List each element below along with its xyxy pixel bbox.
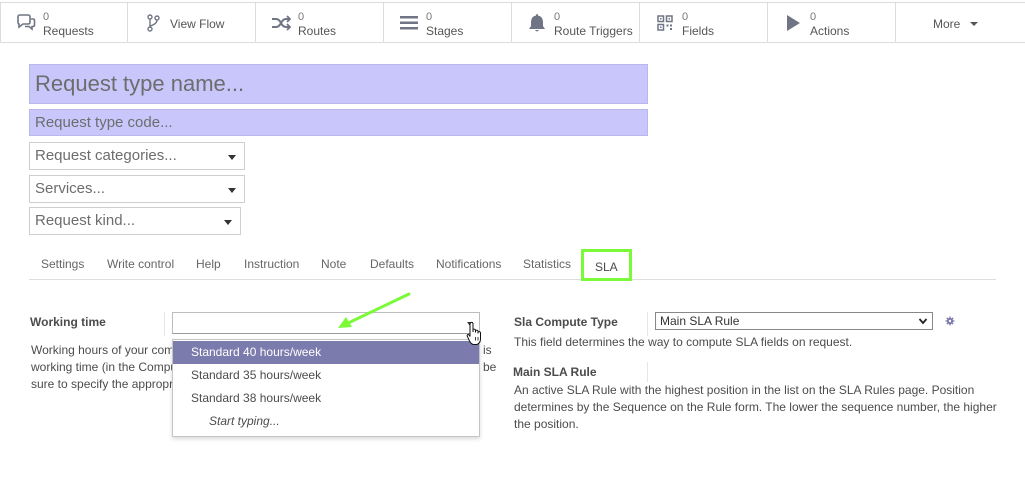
bell-icon [526, 12, 548, 34]
flow-icon [142, 12, 164, 34]
main-sla-rule-help-line: An active SLA Rule with the highest posi… [514, 383, 975, 397]
working-time-help: Working hours of your comp working time … [31, 342, 181, 393]
working-time-dropdown: Standard 40 hours/week Standard 35 hours… [172, 339, 480, 437]
request-type-name-input[interactable]: Request type name... [29, 64, 648, 104]
dropdown-arrow-icon [228, 188, 236, 193]
request-kind-select[interactable]: Request kind... [29, 207, 241, 235]
dropdown-option[interactable]: Standard 35 hours/week [173, 364, 479, 387]
dropdown-option[interactable]: Standard 40 hours/week [173, 341, 479, 364]
dropdown-hint: Start typing... [209, 414, 280, 428]
hand-cursor-icon [466, 321, 481, 345]
caret-down-icon [970, 22, 978, 26]
working-time-help-line: working time (in the Compu [31, 360, 178, 374]
services-select[interactable]: Services... [29, 175, 245, 203]
request-categories-placeholder: Request categories... [35, 147, 177, 164]
working-time-help-line: sure to specify the appropri [31, 377, 176, 391]
route-triggers-label: Route Triggers [554, 24, 633, 38]
sla-compute-type-label: Sla Compute Type [514, 315, 618, 329]
tab-notifications[interactable]: Notifications [436, 257, 501, 271]
field-separator [164, 312, 165, 336]
tab-sla[interactable]: SLA [581, 249, 632, 281]
working-time-help-tail: is [483, 343, 492, 357]
actions-label: Actions [810, 24, 850, 38]
tab-help[interactable]: Help [196, 257, 221, 271]
actions-button[interactable]: 0 Actions [768, 3, 896, 42]
working-time-help-line: Working hours of your comp [31, 343, 181, 357]
routes-count: 0 [298, 11, 305, 23]
gear-icon[interactable] [945, 316, 955, 326]
tab-instruction[interactable]: Instruction [244, 257, 299, 271]
tab-settings[interactable]: Settings [41, 257, 84, 271]
tab-defaults[interactable]: Defaults [370, 257, 414, 271]
main-sla-rule-help-line: determines by the Sequence on the Rule f… [514, 400, 997, 414]
shuffle-icon [270, 12, 292, 34]
field-separator [647, 362, 648, 382]
requests-count: 0 [43, 11, 50, 23]
routes-button[interactable]: 0 Routes [256, 3, 384, 42]
requests-button[interactable]: 0 Requests [0, 3, 128, 42]
dropdown-arrow-icon [224, 220, 232, 225]
sla-compute-type-value: Main SLA Rule [660, 314, 740, 328]
smart-buttons-bar: 0 Requests View Flow 0 Routes 0 Stages 0… [0, 2, 1025, 43]
chevron-down-icon [918, 318, 928, 325]
route-triggers-button[interactable]: 0 Route Triggers [512, 3, 640, 42]
view-flow-label: View Flow [170, 17, 225, 31]
notebook-tabs: Settings Write control Help Instruction … [29, 249, 996, 281]
sla-compute-type-select[interactable]: Main SLA Rule [655, 312, 933, 330]
main-sla-rule-label: Main SLA Rule [513, 365, 597, 379]
requests-label: Requests [43, 24, 94, 38]
working-time-input[interactable] [172, 312, 480, 334]
comments-icon [15, 12, 37, 34]
play-icon [782, 12, 804, 34]
bars-icon [398, 12, 420, 34]
more-button[interactable]: More [896, 3, 1024, 42]
working-time-help-tail: be [483, 360, 497, 374]
field-separator [647, 312, 648, 336]
dropdown-arrow-icon [228, 155, 236, 160]
more-label: More [933, 17, 961, 31]
request-kind-placeholder: Request kind... [35, 212, 136, 229]
fields-count: 0 [682, 11, 689, 23]
route-triggers-count: 0 [554, 11, 561, 23]
working-time-label: Working time [30, 315, 106, 329]
main-sla-rule-help-line: the position. [514, 417, 579, 431]
fields-label: Fields [682, 24, 715, 38]
request-type-code-input[interactable]: Request type code... [29, 109, 648, 136]
view-flow-button[interactable]: View Flow [128, 3, 256, 42]
tab-note[interactable]: Note [321, 257, 346, 271]
routes-label: Routes [298, 24, 337, 38]
sla-compute-type-help: This field determines the way to compute… [514, 335, 853, 349]
request-categories-select[interactable]: Request categories... [29, 142, 245, 170]
annotation-arrow-icon [338, 292, 411, 328]
stages-label: Stages [426, 24, 464, 38]
actions-count: 0 [810, 11, 817, 23]
stages-count: 0 [426, 11, 433, 23]
dropdown-option[interactable]: Standard 38 hours/week [173, 387, 479, 410]
tab-statistics[interactable]: Statistics [523, 257, 571, 271]
main-sla-rule-help: An active SLA Rule with the highest posi… [514, 382, 997, 433]
tab-write-control[interactable]: Write control [107, 257, 174, 271]
qrcode-icon [654, 12, 676, 34]
services-placeholder: Services... [35, 180, 106, 197]
stages-button[interactable]: 0 Stages [384, 3, 512, 42]
fields-button[interactable]: 0 Fields [640, 3, 768, 42]
